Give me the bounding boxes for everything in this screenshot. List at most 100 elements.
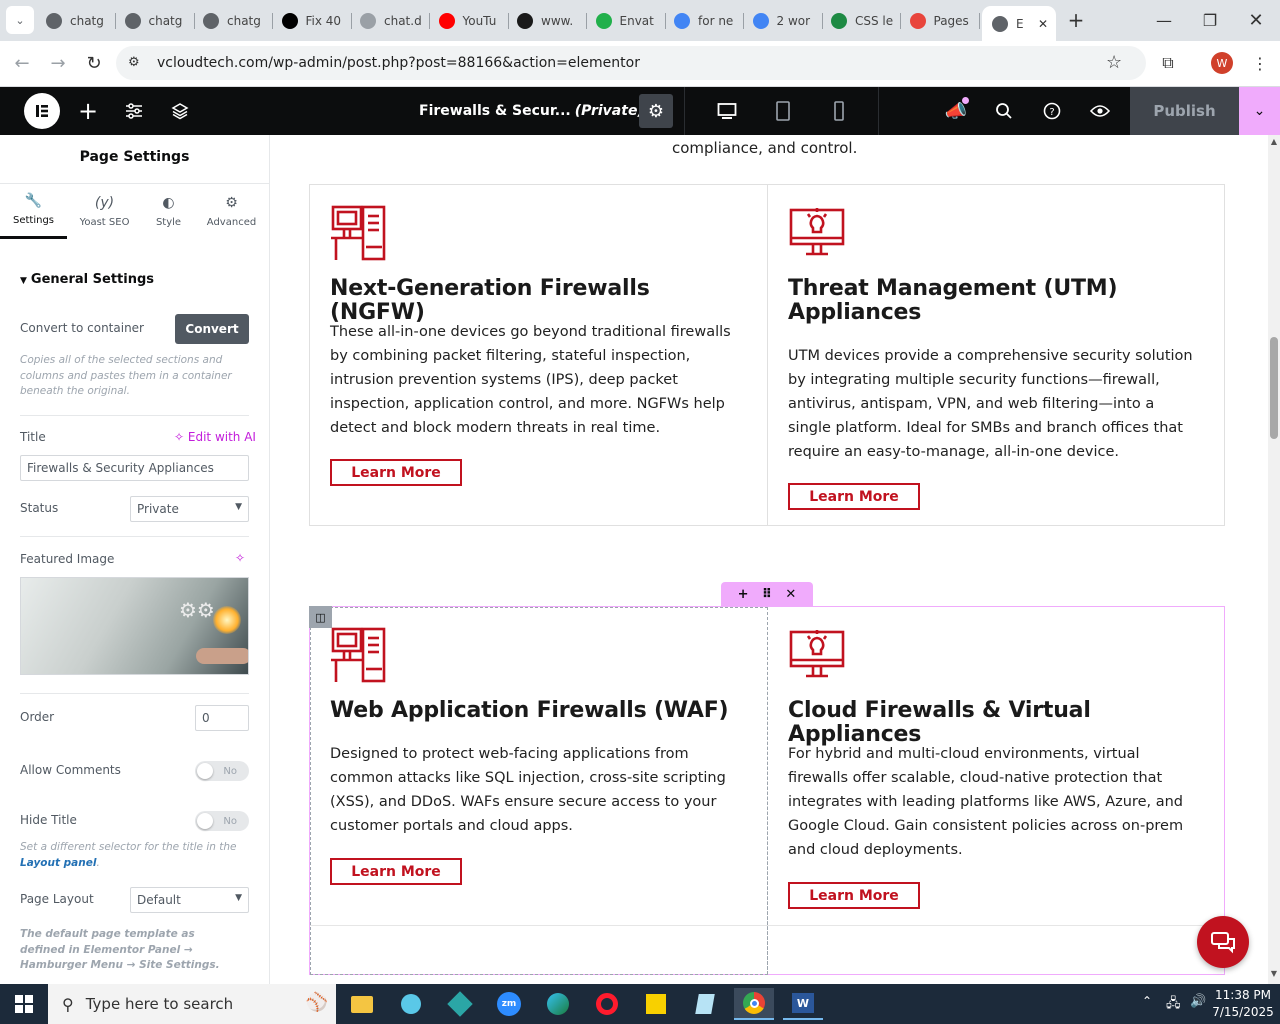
browser-tab[interactable]: www. <box>511 8 587 33</box>
paint-app-icon[interactable] <box>391 988 431 1020</box>
opera-browser-icon[interactable] <box>587 988 627 1020</box>
tab-title: chatg <box>70 13 104 28</box>
edge-browser-icon[interactable] <box>538 988 578 1020</box>
document-title-dropdown[interactable]: Firewalls & Secur... (Private) ⌄ <box>403 87 666 135</box>
browser-tab[interactable]: YouTu <box>433 8 509 33</box>
windows-start-icon[interactable] <box>4 988 44 1020</box>
tab-search-button[interactable]: ⌄ <box>6 6 34 34</box>
yoast-icon: (y) <box>94 194 115 211</box>
notepad-app-icon[interactable] <box>685 988 725 1020</box>
card-ngfw: Next-Generation Firewalls (NGFW) These a… <box>309 184 767 524</box>
learn-more-button[interactable]: Learn More <box>788 483 920 510</box>
file-explorer-icon[interactable] <box>342 988 382 1020</box>
tab-settings[interactable]: 🔧 Settings <box>0 183 67 239</box>
learn-more-button[interactable]: Learn More <box>330 858 462 885</box>
site-settings-icon[interactable] <box>112 87 156 135</box>
page-scrollbar[interactable]: ▲ ▼ <box>1268 135 1280 984</box>
reload-button[interactable]: ↻ <box>80 49 108 77</box>
status-label: Status <box>20 501 59 515</box>
search-icon: ⚲ <box>62 994 74 1014</box>
scroll-up-arrow-icon[interactable]: ▲ <box>1268 137 1280 146</box>
browser-tab[interactable]: 2 wor <box>747 8 823 33</box>
scrollbar-thumb[interactable] <box>1270 337 1278 439</box>
tab-favicon-icon <box>992 15 1008 32</box>
word-app-icon[interactable]: W <box>783 988 823 1020</box>
tab-style[interactable]: ◐ Style <box>135 183 202 239</box>
navigator-layers-icon[interactable] <box>158 87 202 135</box>
bookmark-star-icon[interactable]: ☆ <box>1106 52 1122 73</box>
chrome-menu-icon[interactable]: ⋮ <box>1246 49 1274 77</box>
tablet-view-icon[interactable] <box>761 87 805 135</box>
add-element-icon[interactable]: + <box>66 87 110 135</box>
page-settings-panel: Page Settings 🔧 Settings (y) Yoast SEO ◐… <box>0 135 270 985</box>
profile-avatar[interactable]: W <box>1208 49 1236 77</box>
publish-button[interactable]: Publish <box>1130 87 1239 135</box>
browser-tab[interactable]: chatg <box>197 8 273 33</box>
learn-more-button[interactable]: Learn More <box>330 459 462 486</box>
allow-comments-toggle[interactable]: No <box>195 761 249 781</box>
publish-options-chevron-icon[interactable]: ⌄ <box>1239 87 1280 135</box>
notifications-megaphone-icon[interactable]: 📣 <box>934 87 978 135</box>
featured-image-thumbnail[interactable]: ⚙⚙ <box>20 577 249 675</box>
browser-tab[interactable]: chatg <box>40 8 116 33</box>
featured-image-label: Featured Image <box>20 552 115 566</box>
network-icon[interactable]: 🖧 <box>1166 994 1181 1016</box>
desktop-view-icon[interactable] <box>705 87 749 135</box>
preview-eye-icon[interactable] <box>1078 87 1122 135</box>
app-gem-icon[interactable] <box>440 988 480 1020</box>
browser-tab[interactable]: Pages <box>904 8 980 33</box>
general-settings-section-toggle[interactable]: ▼ General Settings <box>20 272 154 287</box>
restore-button[interactable]: ❐ <box>1196 6 1224 34</box>
svg-text:?: ? <box>1049 107 1054 118</box>
browser-tab[interactable]: E ✕ <box>982 6 1056 41</box>
ai-sparkle-icon[interactable]: ✧ <box>235 551 245 565</box>
forward-button[interactable]: → <box>44 49 72 77</box>
extensions-icon[interactable]: ⧉ <box>1154 49 1182 77</box>
chat-widget-button[interactable] <box>1197 916 1249 968</box>
order-input[interactable]: 0 <box>195 705 249 731</box>
sticky-notes-icon[interactable] <box>636 988 676 1020</box>
close-tab-icon[interactable]: ✕ <box>1038 17 1048 31</box>
mobile-view-icon[interactable] <box>817 87 861 135</box>
tab-favicon-icon <box>360 12 376 29</box>
volume-icon[interactable]: 🔊 <box>1190 994 1206 1009</box>
tray-chevron-up-icon[interactable]: ⌃ <box>1142 994 1152 1008</box>
scroll-down-arrow-icon[interactable]: ▼ <box>1268 969 1280 978</box>
close-window-button[interactable]: ✕ <box>1242 6 1270 34</box>
new-tab-button[interactable]: + <box>1062 6 1090 34</box>
tab-advanced[interactable]: ⚙ Advanced <box>198 183 265 239</box>
back-button[interactable]: ← <box>8 49 36 77</box>
edit-with-ai-button[interactable]: ✧ Edit with AI <box>174 430 256 444</box>
system-clock[interactable]: 11:38 PM 7/15/2025 <box>1212 987 1274 1021</box>
tab-favicon-icon <box>752 12 769 29</box>
layout-panel-link[interactable]: Layout panel <box>20 857 96 869</box>
site-info-icon[interactable]: ⚙ <box>128 55 140 70</box>
zoom-app-icon[interactable]: zm <box>489 988 529 1020</box>
taskbar-search-box[interactable]: ⚲ Type here to search ⚾ <box>48 984 336 1024</box>
drag-handle-icon[interactable]: ⠿ <box>762 587 772 602</box>
learn-more-button[interactable]: Learn More <box>788 882 920 909</box>
minimize-button[interactable]: — <box>1150 6 1178 34</box>
convert-button[interactable]: Convert <box>175 314 249 344</box>
title-input[interactable]: Firewalls & Security Appliances <box>20 455 249 481</box>
browser-tab[interactable]: chatg <box>119 8 195 33</box>
hide-title-toggle[interactable]: No <box>195 811 249 831</box>
elementor-logo-button[interactable] <box>20 87 64 135</box>
page-layout-select[interactable]: Default ▼ <box>130 887 249 913</box>
browser-tab[interactable]: Envat <box>590 8 666 33</box>
browser-tab[interactable]: Fix 40 <box>276 8 352 33</box>
browser-tab[interactable]: for ne <box>668 8 744 33</box>
help-icon[interactable]: ? <box>1030 87 1074 135</box>
address-bar[interactable]: ⚙ vcloudtech.com/wp-admin/post.php?post=… <box>116 46 1146 80</box>
delete-section-icon[interactable]: ✕ <box>785 587 796 602</box>
browser-tab[interactable]: chat.d <box>354 8 430 33</box>
add-section-icon[interactable]: + <box>738 587 749 602</box>
chrome-browser-icon[interactable] <box>734 988 774 1020</box>
page-settings-gear-button[interactable]: ⚙ <box>639 94 673 128</box>
browser-tab[interactable]: CSS le <box>825 8 901 33</box>
tab-yoast-seo[interactable]: (y) Yoast SEO <box>71 183 138 239</box>
status-select[interactable]: Private ▼ <box>130 496 249 522</box>
gear-icon: ⚙ <box>225 194 238 211</box>
search-icon[interactable] <box>982 87 1026 135</box>
responsive-mode-switcher <box>684 87 879 135</box>
